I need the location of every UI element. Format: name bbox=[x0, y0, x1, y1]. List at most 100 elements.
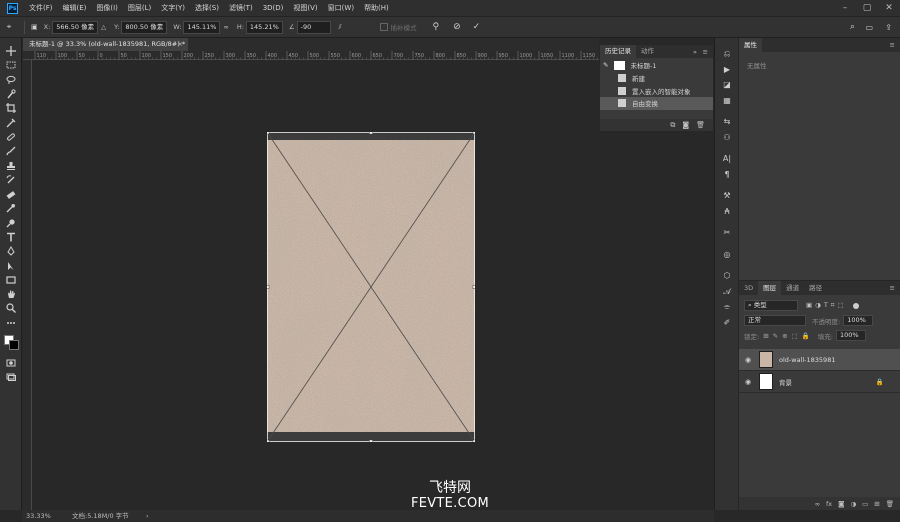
menu-edit[interactable]: 编辑(E) bbox=[58, 3, 92, 13]
menu-layer[interactable]: 图层(L) bbox=[123, 3, 156, 13]
menu-type[interactable]: 文字(Y) bbox=[156, 3, 190, 13]
type-tool-icon[interactable] bbox=[0, 230, 22, 244]
brush-settings-icon[interactable]: ✂ bbox=[715, 225, 739, 241]
styles-panel-icon[interactable]: ⌯ bbox=[715, 299, 739, 315]
warp-icon[interactable]: ⚲ bbox=[433, 22, 440, 32]
menu-view[interactable]: 视图(V) bbox=[288, 3, 322, 13]
transform-handle[interactable] bbox=[368, 439, 373, 442]
filter-icons[interactable]: ▣◑T⌗⬚ bbox=[806, 301, 847, 310]
panel-menu-icon[interactable]: ≡ bbox=[890, 284, 895, 292]
quick-mask-icon[interactable] bbox=[0, 356, 22, 370]
transform-handle[interactable] bbox=[472, 284, 475, 289]
lasso-tool-icon[interactable] bbox=[0, 73, 22, 87]
reference-point-icon[interactable]: ▣ bbox=[31, 23, 38, 31]
transform-handle[interactable] bbox=[472, 132, 475, 135]
eraser-tool-icon[interactable] bbox=[0, 187, 22, 201]
history-snapshot[interactable]: ✎ 未标题-1 bbox=[600, 58, 713, 72]
height-field[interactable]: 145.21% bbox=[245, 20, 283, 34]
tab-history[interactable]: 历史记录 bbox=[600, 45, 636, 58]
history-brush-tool-icon[interactable] bbox=[0, 173, 22, 187]
move-tool-icon[interactable] bbox=[0, 44, 22, 58]
trash-icon[interactable]: 🗑 bbox=[696, 121, 705, 129]
history-item[interactable]: 置入嵌入的智能对象 bbox=[600, 85, 713, 98]
new-document-from-state-icon[interactable]: ⧉ bbox=[670, 121, 675, 130]
link-layers-icon[interactable]: ∞ bbox=[815, 500, 820, 508]
brush-tool-icon[interactable] bbox=[0, 144, 22, 158]
collapse-panel-icon[interactable]: » bbox=[693, 46, 697, 59]
menu-filter[interactable]: 滤镜(T) bbox=[224, 3, 258, 13]
layer-style-icon[interactable]: fx bbox=[826, 500, 832, 508]
lock-icons[interactable]: ⊞✎⊕⬚🔒 bbox=[763, 332, 814, 340]
panel-menu-icon[interactable]: ≡ bbox=[890, 41, 895, 49]
history-item[interactable]: 新建 bbox=[600, 72, 713, 85]
layer-filter-kind[interactable]: ⌕ 类型 bbox=[744, 300, 798, 311]
panel-menu-icon[interactable]: ≡ bbox=[703, 46, 708, 59]
menu-window[interactable]: 窗口(W) bbox=[323, 3, 359, 13]
crop-tool-icon[interactable] bbox=[0, 101, 22, 115]
rectangle-tool-icon[interactable] bbox=[0, 273, 22, 287]
eyedropper-tool-icon[interactable] bbox=[0, 115, 22, 129]
opacity-field[interactable]: 100% bbox=[843, 315, 874, 326]
swatches-grid-icon[interactable]: ▦ bbox=[715, 93, 739, 109]
tab-channels[interactable]: 通道 bbox=[781, 281, 804, 295]
tab-properties[interactable]: 属性 bbox=[739, 38, 762, 52]
actions-play-icon[interactable]: ▶ bbox=[715, 62, 739, 78]
trash-icon[interactable]: 🗑 bbox=[886, 500, 894, 508]
adjustment-layer-icon[interactable]: ◑ bbox=[850, 500, 856, 508]
screen-mode-icon[interactable] bbox=[0, 370, 22, 384]
close-tab-icon[interactable]: × bbox=[178, 38, 183, 51]
transform-handle[interactable] bbox=[472, 439, 475, 442]
menu-help[interactable]: 帮助(H) bbox=[359, 3, 394, 13]
paragraph-panel-icon[interactable]: ¶ bbox=[715, 167, 739, 183]
hand-tool-icon[interactable] bbox=[0, 287, 22, 301]
document-canvas[interactable] bbox=[267, 132, 475, 442]
color-swatches[interactable] bbox=[0, 330, 21, 356]
share-icon[interactable]: ⇪ bbox=[885, 23, 892, 32]
history-panel-icon[interactable]: ⎌ bbox=[715, 46, 739, 62]
healing-brush-tool-icon[interactable] bbox=[0, 130, 22, 144]
transform-handle[interactable] bbox=[267, 439, 270, 442]
interp-checkbox[interactable] bbox=[379, 23, 388, 31]
camera-icon[interactable]: ◙ bbox=[682, 121, 689, 129]
chain-link-icon[interactable]: ∞ bbox=[223, 23, 228, 31]
transform-tool-icon[interactable]: ⌖ bbox=[0, 22, 18, 32]
menu-select[interactable]: 选择(S) bbox=[190, 3, 224, 13]
width-field[interactable]: 145.11% bbox=[183, 20, 221, 34]
tool-presets-icon[interactable]: ⚒ bbox=[715, 188, 739, 204]
zoom-level[interactable]: 33.33% bbox=[26, 510, 51, 522]
cancel-transform-icon[interactable]: ⊘ bbox=[453, 22, 461, 32]
visibility-eye-icon[interactable]: ◉ bbox=[739, 356, 757, 364]
fill-field[interactable]: 100% bbox=[835, 330, 866, 341]
dodge-tool-icon[interactable] bbox=[0, 216, 22, 230]
x-position-field[interactable]: 566.50 像素 bbox=[52, 20, 99, 34]
menu-file[interactable]: 文件(F) bbox=[24, 3, 58, 13]
zoom-tool-icon[interactable] bbox=[0, 301, 22, 315]
glyphs-icon[interactable]: ₳ bbox=[715, 204, 739, 220]
layer-row[interactable]: ◉ 背景 🔒 bbox=[739, 371, 900, 393]
workspace-icon[interactable]: ▭ bbox=[865, 23, 873, 32]
tab-actions[interactable]: 动作 bbox=[636, 45, 659, 58]
document-tab[interactable]: 未标题-1 @ 33.3% (old-wall-1835981, RGB/8#)… bbox=[23, 38, 188, 51]
maximize-icon[interactable]: ▢ bbox=[856, 0, 878, 17]
background-color-swatch[interactable] bbox=[9, 339, 19, 350]
visibility-eye-icon[interactable]: ◉ bbox=[739, 378, 757, 386]
paths-panel-icon[interactable]: 𝒜 bbox=[715, 284, 739, 300]
new-group-icon[interactable]: ▭ bbox=[862, 500, 868, 508]
history-item-selected[interactable]: 自由变换 bbox=[600, 97, 713, 110]
transform-handle[interactable] bbox=[267, 132, 270, 135]
blend-mode-select[interactable]: 正常 bbox=[744, 315, 806, 326]
tab-3d[interactable]: 3D bbox=[739, 281, 758, 295]
libraries-icon[interactable]: ◎ bbox=[715, 247, 739, 263]
brushes-panel-icon[interactable]: ✐ bbox=[715, 315, 739, 331]
adjustments-icon[interactable]: ◪ bbox=[715, 77, 739, 93]
transform-handle[interactable] bbox=[368, 132, 373, 135]
path-selection-tool-icon[interactable] bbox=[0, 258, 22, 272]
close-window-icon[interactable]: ✕ bbox=[878, 0, 900, 17]
angle-field[interactable]: -90 bbox=[296, 20, 331, 34]
layer-comps-icon[interactable]: ⇆ bbox=[715, 114, 739, 130]
gradient-tool-icon[interactable] bbox=[0, 201, 22, 215]
clone-stamp-tool-icon[interactable] bbox=[0, 158, 22, 172]
search-icon[interactable]: ⌕ bbox=[850, 22, 855, 32]
status-menu-arrow-icon[interactable]: › bbox=[146, 510, 149, 522]
add-mask-icon[interactable]: ◙ bbox=[838, 500, 844, 508]
